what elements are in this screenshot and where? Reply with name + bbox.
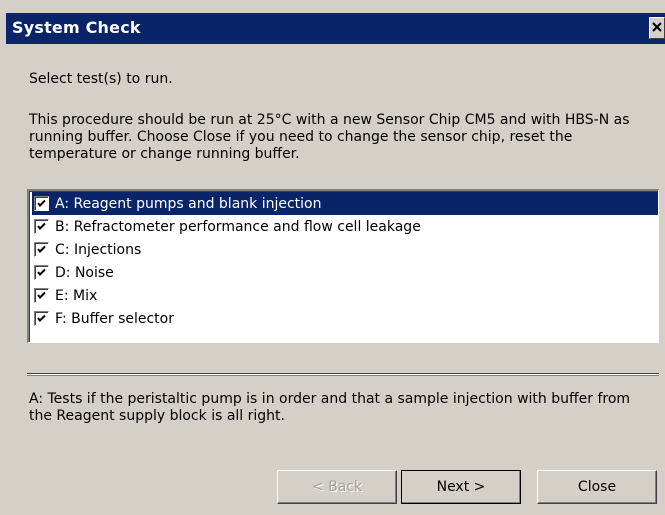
checkbox-test-d[interactable] bbox=[34, 265, 49, 280]
test-row-b[interactable]: B: Refractometer performance and flow ce… bbox=[32, 215, 658, 238]
test-label-b: B: Refractometer performance and flow ce… bbox=[55, 218, 421, 235]
test-row-c[interactable]: C: Injections bbox=[32, 238, 658, 261]
test-label-d: D: Noise bbox=[55, 264, 114, 281]
checkbox-test-a[interactable] bbox=[34, 196, 49, 211]
checkbox-test-e[interactable] bbox=[34, 288, 49, 303]
test-row-e[interactable]: E: Mix bbox=[32, 284, 658, 307]
title-bar[interactable]: System Check bbox=[6, 13, 665, 44]
test-row-a[interactable]: A: Reagent pumps and blank injection bbox=[32, 192, 658, 215]
dialog-title: System Check bbox=[12, 18, 141, 37]
checkmark-icon bbox=[37, 314, 46, 322]
divider-shadow bbox=[27, 375, 659, 376]
test-info-text: A: Tests if the peristaltic pump is in o… bbox=[29, 391, 631, 424]
system-check-dialog: System Check Select test(s) to run. This… bbox=[0, 0, 665, 515]
checkmark-icon bbox=[37, 291, 46, 299]
checkmark-icon bbox=[37, 222, 46, 230]
close-window-button[interactable] bbox=[649, 17, 665, 39]
close-button[interactable]: Close bbox=[537, 470, 657, 504]
back-button[interactable]: < Back bbox=[277, 470, 397, 504]
intro-text: Select test(s) to run. bbox=[29, 71, 173, 87]
checkmark-icon bbox=[37, 268, 46, 276]
test-label-f: F: Buffer selector bbox=[55, 310, 174, 327]
checkmark-icon bbox=[37, 245, 46, 253]
checkbox-test-f[interactable] bbox=[34, 311, 49, 326]
checkbox-test-c[interactable] bbox=[34, 242, 49, 257]
checkbox-test-b[interactable] bbox=[34, 219, 49, 234]
test-label-c: C: Injections bbox=[55, 241, 142, 258]
test-label-e: E: Mix bbox=[55, 287, 98, 304]
procedure-description: This procedure should be run at 25°C wit… bbox=[29, 112, 630, 162]
test-row-f[interactable]: F: Buffer selector bbox=[32, 307, 658, 330]
test-label-a: A: Reagent pumps and blank injection bbox=[55, 195, 322, 212]
checkmark-icon bbox=[37, 199, 46, 207]
test-row-d[interactable]: D: Noise bbox=[32, 261, 658, 284]
close-icon bbox=[652, 20, 662, 36]
test-list[interactable]: A: Reagent pumps and blank injection B: … bbox=[27, 189, 659, 343]
next-button[interactable]: Next > bbox=[401, 470, 521, 504]
